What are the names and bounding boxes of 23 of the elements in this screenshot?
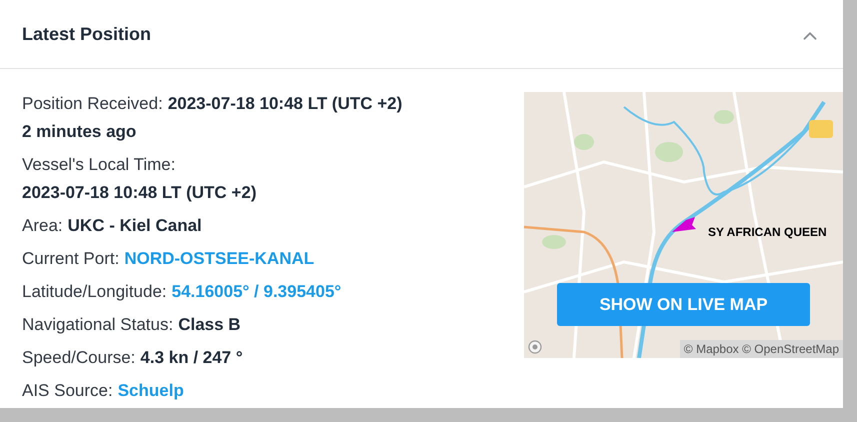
field-value: 2023-07-18 10:48 LT (UTC +2) bbox=[168, 93, 402, 115]
field-label: Latitude/Longitude: bbox=[22, 281, 167, 303]
field-label: Navigational Status: bbox=[22, 314, 174, 336]
field-label: Speed/Course: bbox=[22, 347, 136, 369]
map-attribution: © Mapbox © OpenStreetMap bbox=[680, 340, 843, 358]
field-value: 4.3 kn / 247 ° bbox=[140, 347, 243, 369]
field-value: UKC - Kiel Canal bbox=[68, 215, 202, 237]
field-label: Position Received: bbox=[22, 93, 163, 115]
vessel-label: SY AFRICAN QUEEN bbox=[708, 224, 827, 241]
field-link[interactable]: NORD-OSTSEE-KANAL bbox=[124, 245, 314, 273]
field-value: Class B bbox=[178, 314, 241, 336]
mapbox-logo-icon bbox=[528, 340, 542, 354]
field-note: 2 minutes ago bbox=[22, 121, 136, 143]
panel-title: Latest Position bbox=[22, 22, 152, 46]
field-value: 2023-07-18 10:48 LT (UTC +2) bbox=[22, 182, 256, 204]
field-link[interactable]: Schuelp bbox=[118, 377, 184, 405]
field-label: Current Port: bbox=[22, 248, 120, 270]
field-label: AIS Source: bbox=[22, 380, 113, 402]
field-label: Vessel's Local Time: bbox=[22, 154, 176, 176]
field-label: Area: bbox=[22, 215, 63, 237]
ship-marker-icon bbox=[672, 217, 696, 233]
field-link[interactable]: 54.16005° / 9.395405° bbox=[172, 278, 342, 306]
show-on-live-map-button[interactable]: SHOW ON LIVE MAP bbox=[557, 283, 810, 326]
